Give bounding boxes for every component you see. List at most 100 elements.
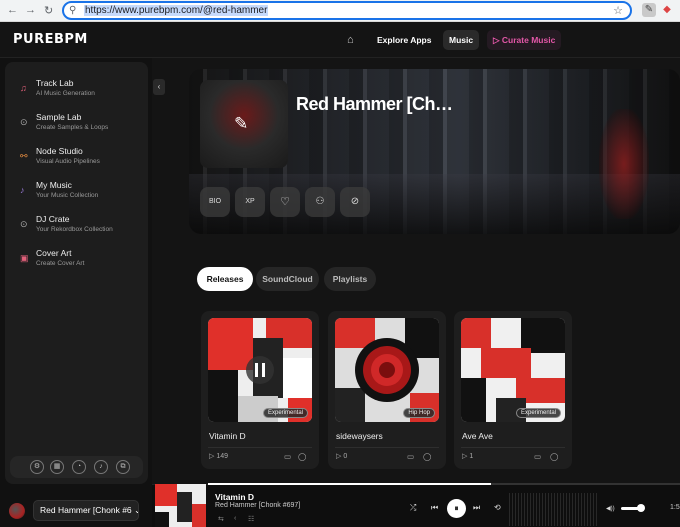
sidebar-item-subtitle: Your Music Collection — [36, 192, 99, 199]
list-icon[interactable]: ☷ — [248, 515, 254, 523]
play-count-value: 149 — [216, 453, 229, 460]
now-playing-cover[interactable] — [155, 484, 206, 527]
release-cover[interactable]: Experimental — [461, 318, 565, 422]
sidebar-item-title: Sample Lab — [36, 112, 82, 122]
sidebar-item-title: My Music — [36, 180, 72, 190]
sidebar-item-node-studio[interactable]: ⚯ Node Studio Visual Audio Pipelines — [5, 143, 148, 173]
heart-icon[interactable]: ♡ — [270, 187, 300, 217]
user-bar: Red Hammer [Chonk #6 ⌄ — [0, 492, 152, 527]
volume-knob[interactable] — [637, 504, 645, 512]
bookmark-star-icon[interactable]: ☆ — [613, 4, 623, 17]
now-playing-art — [155, 484, 206, 527]
playback-progress[interactable] — [208, 483, 680, 485]
sidebar-item-title: DJ Crate — [36, 214, 70, 224]
waveform — [509, 493, 599, 526]
edit-icon[interactable]: ✎ — [234, 114, 248, 134]
sidebar: ♫ Track Lab AI Music Generation ⊙ Sample… — [5, 62, 148, 484]
back-icon[interactable]: ← — [7, 4, 18, 16]
divider — [335, 447, 439, 448]
nav-curate-music[interactable]: ▷ Curate Music — [487, 30, 562, 50]
tab-soundcloud[interactable]: SoundCloud — [256, 267, 319, 291]
nodes-icon: ⚯ — [20, 151, 28, 161]
xp-button[interactable]: XP — [235, 187, 265, 217]
cover-art-vitamin-d — [208, 318, 312, 422]
sidebar-item-dj-crate[interactable]: ⊙ DJ Crate Your Rekordbox Collection — [5, 211, 148, 241]
next-icon[interactable]: ⏭ — [473, 503, 480, 513]
play-count[interactable]: ▷ 0 — [336, 452, 347, 460]
sidebar-item-title: Track Lab — [36, 78, 74, 88]
site-info-icon[interactable]: ⚲ — [69, 5, 76, 16]
playback-progress-fill — [208, 483, 492, 485]
collapse-sidebar-icon[interactable]: ‹ — [153, 79, 165, 95]
release-card[interactable]: Hip Hop sidewaysers ▷ 0 ▭ ◯ — [328, 311, 446, 469]
avatar[interactable] — [9, 503, 25, 519]
followers-icon[interactable]: ⚇ — [305, 187, 335, 217]
comment-icon[interactable]: ◯ — [423, 452, 431, 461]
reload-icon[interactable]: ↻ — [44, 4, 53, 17]
disc-icon[interactable]: ⊘ — [340, 187, 370, 217]
extension-icon[interactable]: ✎ — [642, 3, 656, 17]
sidebar-item-subtitle: Your Rekordbox Collection — [36, 226, 113, 233]
sidebar-item-subtitle: AI Music Generation — [36, 90, 95, 97]
browser-toolbar: ← → ↻ ⚲ https://www.purebpm.com/@red-ham… — [0, 0, 680, 22]
profile-avatar-art[interactable]: ✎ — [200, 80, 288, 168]
user-select[interactable]: Red Hammer [Chonk #6 ⌄ — [33, 500, 139, 521]
volume-icon[interactable]: ◀)) — [606, 505, 615, 512]
release-cover[interactable]: Hip Hop — [335, 318, 439, 422]
play-count[interactable]: ▷ 1 — [462, 452, 473, 460]
folder-icon[interactable]: ▭ — [284, 452, 291, 461]
sidebar-item-cover-art[interactable]: ▣ Cover Art Create Cover Art — [5, 245, 148, 275]
tab-playlists[interactable]: Playlists — [324, 267, 376, 291]
tab-releases[interactable]: Releases — [197, 267, 253, 291]
image-icon: ▣ — [20, 253, 29, 263]
logo[interactable]: PUREBPM — [13, 32, 88, 47]
sidebar-item-my-music[interactable]: ♪ My Music Your Music Collection — [5, 177, 148, 207]
home-icon[interactable]: ⌂ — [341, 30, 360, 50]
sidebar-item-sample-lab[interactable]: ⊙ Sample Lab Create Samples & Loops — [5, 109, 148, 139]
comment-icon[interactable]: ◯ — [550, 452, 558, 461]
previous-icon[interactable]: ⏮ — [431, 503, 438, 513]
url-text[interactable]: https://www.purebpm.com/@red-hammer — [84, 5, 269, 16]
hero-figure — [599, 109, 649, 219]
comment-icon[interactable]: ◯ — [298, 452, 306, 461]
sidebar-item-subtitle: Create Cover Art — [36, 260, 85, 267]
nav-curate-music-label: Curate Music — [501, 35, 556, 45]
address-bar[interactable]: ⚲ https://www.purebpm.com/@red-hammer ☆ — [62, 1, 632, 20]
pause-button[interactable]: ⏸ — [447, 499, 466, 518]
nav-music[interactable]: Music — [443, 30, 480, 50]
clock-icon[interactable]: ◔ — [72, 460, 86, 474]
bio-button[interactable]: BIO — [200, 187, 230, 217]
previous-small-icon[interactable]: ‹ — [234, 515, 236, 522]
cover-art-sidewaysers — [335, 318, 439, 422]
play-count[interactable]: ▷ 149 — [209, 452, 228, 460]
repeat-icon[interactable]: ⟲ — [494, 503, 501, 512]
app-header: PUREBPM ⌂ Explore Apps Music ▷ Curate Mu… — [0, 22, 680, 58]
sidebar-item-title: Node Studio — [36, 146, 83, 156]
settings-icon[interactable]: ⚙ — [30, 460, 44, 474]
audio-icon[interactable]: ♪ — [94, 460, 108, 474]
release-title[interactable]: Ave Ave — [462, 431, 493, 441]
sidebar-tools: ⚙ ▦ ◔ ♪ ⧉ — [10, 456, 143, 478]
genre-badge: Hip Hop — [403, 408, 435, 418]
folder-icon[interactable]: ▭ — [534, 452, 541, 461]
folder-icon[interactable]: ▭ — [407, 452, 414, 461]
music-icon: ♪ — [20, 185, 25, 195]
play-count-value: 0 — [343, 453, 348, 460]
release-title[interactable]: Vitamin D — [209, 431, 246, 441]
release-card[interactable]: Experimental Vitamin D ▷ 149 ▭ ◯ — [201, 311, 319, 469]
extension-fox-icon[interactable]: ◆ — [660, 3, 674, 17]
sidebar-item-track-lab[interactable]: ♫ Track Lab AI Music Generation — [5, 75, 148, 105]
shuffle-icon[interactable]: ⤮ — [410, 503, 416, 513]
shuffle-small-icon[interactable]: ⇆ — [218, 515, 224, 523]
nav-explore-apps[interactable]: Explore Apps — [371, 30, 437, 50]
release-title[interactable]: sidewaysers — [336, 431, 383, 441]
release-card[interactable]: Experimental Ave Ave ▷ 1 ▭ ◯ — [454, 311, 572, 469]
grid-icon[interactable]: ▦ — [50, 460, 64, 474]
release-cover[interactable]: Experimental — [208, 318, 312, 422]
forward-icon[interactable]: → — [25, 4, 36, 16]
sidebar-item-subtitle: Visual Audio Pipelines — [36, 158, 100, 165]
external-link-icon[interactable]: ⧉ — [116, 460, 130, 474]
cover-art-ave-ave — [461, 318, 565, 422]
disc-icon: ⊙ — [20, 117, 28, 127]
track-time: 1:5 — [670, 504, 680, 511]
